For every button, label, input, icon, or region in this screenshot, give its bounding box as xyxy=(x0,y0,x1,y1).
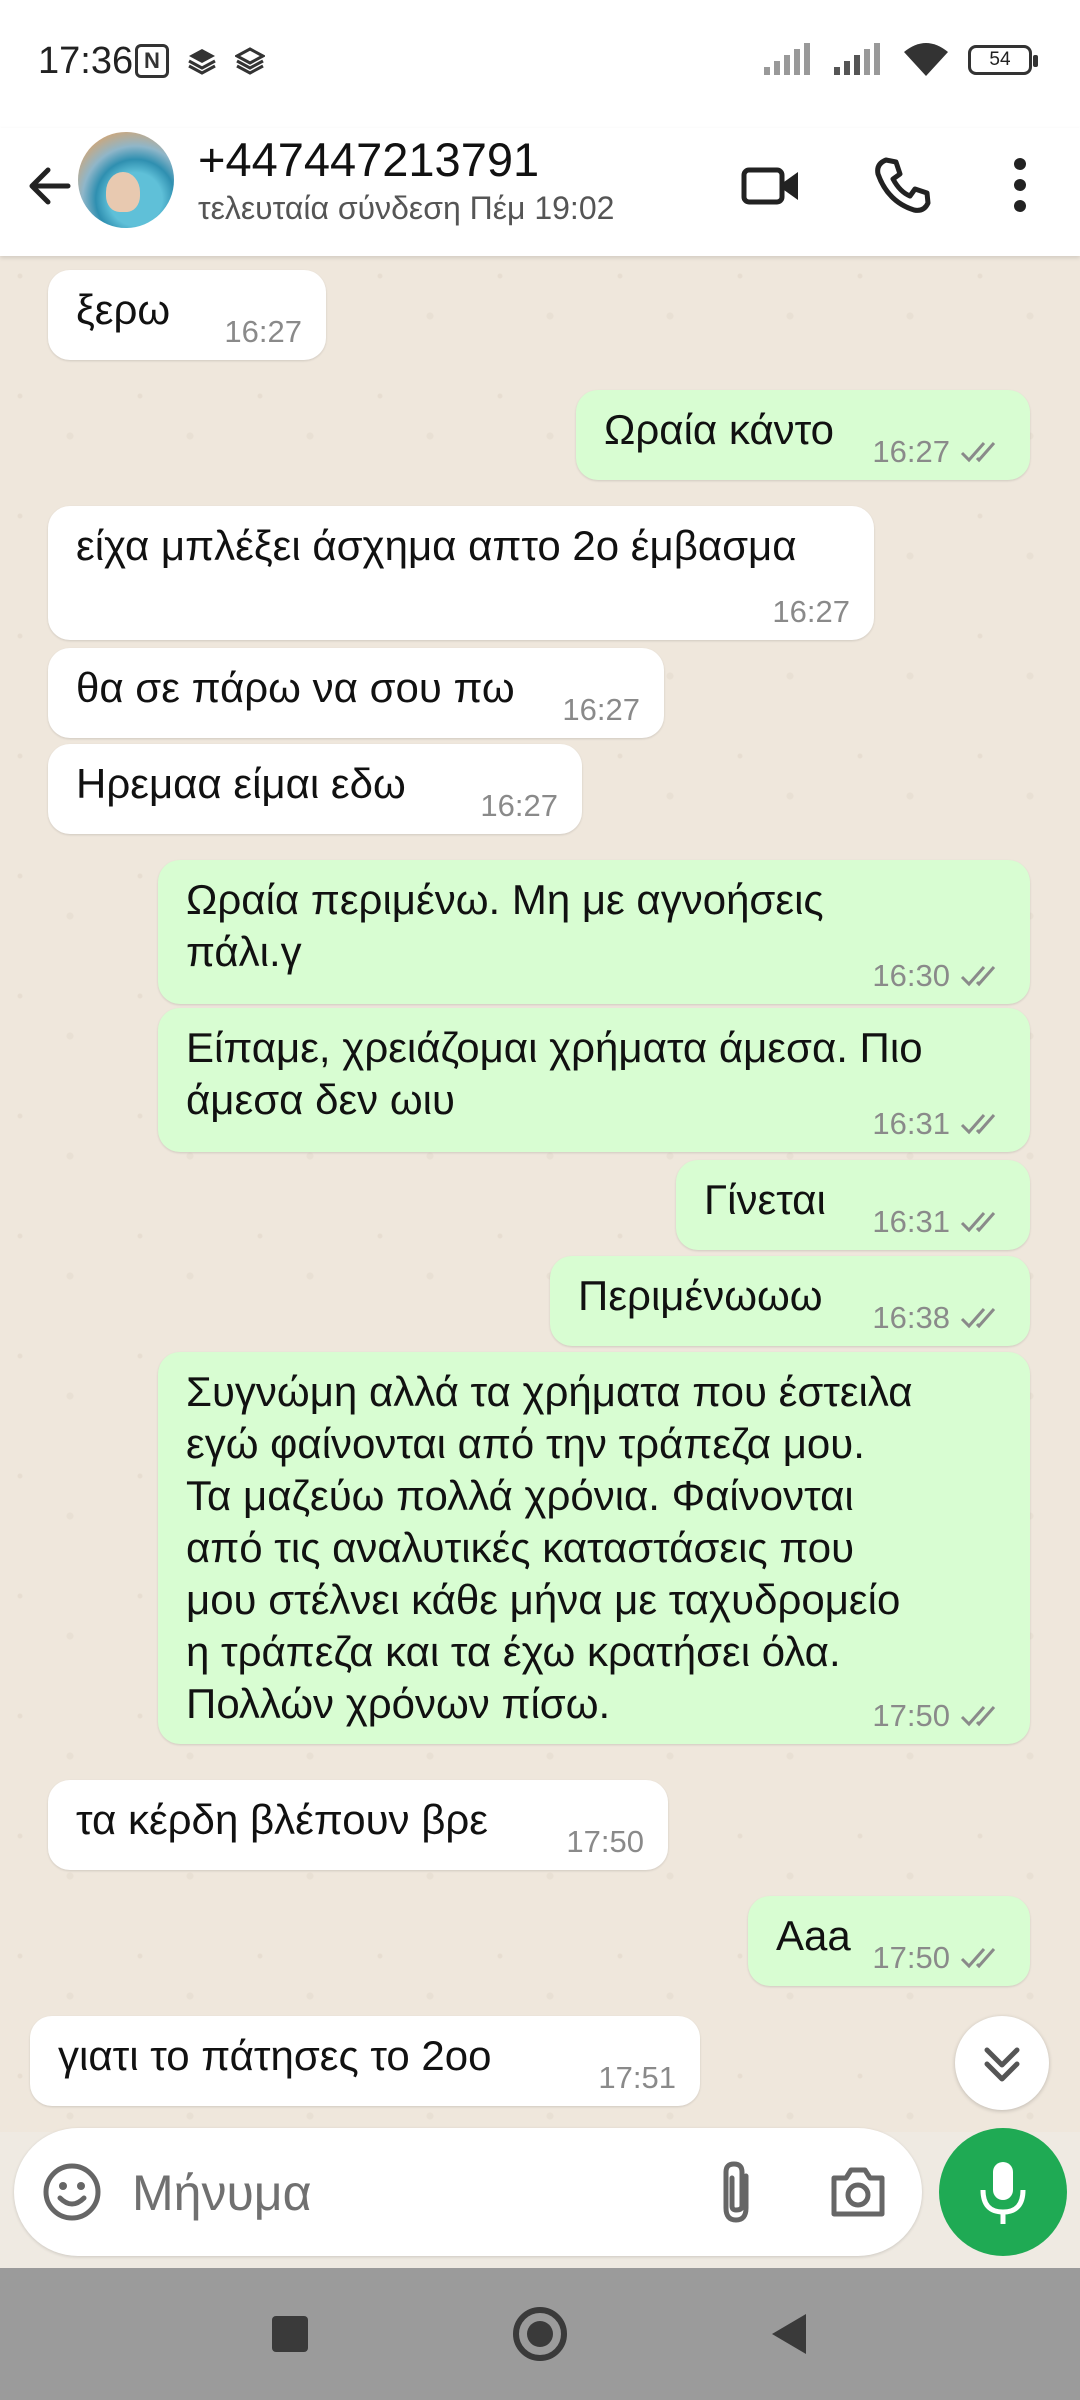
scroll-down-button[interactable] xyxy=(955,2016,1049,2110)
message-text: τα κέρδη βλέπουν βρε xyxy=(76,1796,489,1843)
message-bubble-outgoing[interactable]: Συγνώμη αλλά τα χρήματα που έστειλα εγώ … xyxy=(158,1352,1030,1744)
status-bar: 17:36 N 54 xyxy=(0,0,1080,128)
double-check-icon xyxy=(960,442,996,463)
message-text: Ωραία περιμένω. Μη με αγνοήσεις πάλι.γ xyxy=(186,876,824,975)
back-nav-icon[interactable] xyxy=(760,2304,820,2364)
phone-icon[interactable] xyxy=(868,150,938,220)
message-time: 16:27 xyxy=(872,434,950,469)
contact-name[interactable]: +447447213791 xyxy=(198,132,539,187)
message-time: 16:31 xyxy=(872,1106,950,1141)
system-navigation-bar xyxy=(0,2268,1080,2400)
message-time: 17:50 xyxy=(872,1940,950,1975)
message-text: θα σε πάρω να σου πω xyxy=(76,664,515,711)
message-bubble-outgoing[interactable]: Περιμένωωω 16:38 xyxy=(550,1256,1030,1346)
layers-icon xyxy=(235,47,265,75)
attach-icon[interactable] xyxy=(706,2158,766,2226)
last-seen-status: τελευταία σύνδεση Πέμ 19:02 xyxy=(198,190,615,226)
double-check-icon xyxy=(960,1706,996,1727)
layers-icon xyxy=(188,49,216,75)
double-check-icon xyxy=(960,966,996,987)
message-bubble-incoming[interactable]: γιατι το πάτησες το 2οο 17:51 xyxy=(30,2016,700,2106)
signal-icon xyxy=(764,43,810,75)
scroll-down-icon xyxy=(984,2047,1020,2082)
message-time: 16:31 xyxy=(872,1204,950,1239)
message-time: 17:51 xyxy=(598,2060,676,2095)
double-check-icon xyxy=(960,1114,996,1135)
message-text: γιατι το πάτησες το 2οο xyxy=(58,2032,492,2079)
message-time: 16:27 xyxy=(224,314,302,349)
message-text: Ηρεμαα είμαι εδω xyxy=(76,760,406,807)
nfc-icon: N xyxy=(135,44,169,78)
message-bubble-incoming[interactable]: είχα μπλέξει άσχημα απτο 2ο έμβασμα 16:2… xyxy=(48,506,874,640)
message-text: Γίνεται xyxy=(704,1176,826,1223)
double-check-icon xyxy=(960,1948,996,1969)
back-arrow-icon[interactable] xyxy=(20,156,80,216)
message-time: 17:50 xyxy=(872,1698,950,1733)
message-time: 17:50 xyxy=(566,1824,644,1859)
message-text: Είπαμε, χρειάζομαι χρήματα άμεσα. Πιο άμ… xyxy=(186,1024,923,1123)
status-notification-icons: N xyxy=(135,44,265,78)
message-time: 16:30 xyxy=(872,958,950,993)
video-call-icon[interactable] xyxy=(736,150,806,220)
message-text: ξερω xyxy=(76,286,171,333)
mic-icon xyxy=(980,2162,1026,2224)
double-check-icon xyxy=(960,1308,996,1329)
message-bubble-outgoing[interactable]: Ωραία κάντο 16:27 xyxy=(576,390,1030,480)
message-time: 16:27 xyxy=(480,788,558,823)
chat-messages[interactable]: ξερω 16:27 Ωραία κάντο 16:27 είχα μπλέξε… xyxy=(0,256,1080,2132)
recent-apps-icon[interactable] xyxy=(260,2304,320,2364)
message-bubble-incoming[interactable]: τα κέρδη βλέπουν βρε 17:50 xyxy=(48,1780,668,1870)
signal-icon xyxy=(834,43,880,75)
message-bubble-incoming[interactable]: Ηρεμαα είμαι εδω 16:27 xyxy=(48,744,582,834)
message-text: Συγνώμη αλλά τα χρήματα που έστειλα εγώ … xyxy=(186,1368,913,1727)
message-input-bar[interactable]: Μήνυμα xyxy=(14,2128,922,2256)
chat-header: +447447213791 τελευταία σύνδεση Πέμ 19:0… xyxy=(0,128,1080,256)
message-time: 16:38 xyxy=(872,1300,950,1335)
battery-icon: 54 xyxy=(968,45,1038,75)
double-check-icon xyxy=(960,1212,996,1233)
message-input[interactable]: Μήνυμα xyxy=(132,2164,312,2222)
home-icon[interactable] xyxy=(510,2304,570,2364)
message-bubble-incoming[interactable]: θα σε πάρω να σου πω 16:27 xyxy=(48,648,664,738)
avatar[interactable] xyxy=(78,132,174,228)
status-time: 17:36 xyxy=(38,40,134,82)
message-bubble-outgoing[interactable]: Είπαμε, χρειάζομαι χρήματα άμεσα. Πιο άμ… xyxy=(158,1008,1030,1152)
voice-message-button[interactable] xyxy=(939,2128,1067,2256)
emoji-icon[interactable] xyxy=(40,2160,104,2224)
message-bubble-outgoing[interactable]: Αaa 17:50 xyxy=(748,1896,1030,1986)
message-bubble-outgoing[interactable]: Ωραία περιμένω. Μη με αγνοήσεις πάλι.γ 1… xyxy=(158,860,1030,1004)
message-text: Ωραία κάντο xyxy=(604,406,834,453)
message-time: 16:27 xyxy=(772,594,850,629)
message-bubble-outgoing[interactable]: Γίνεται 16:31 xyxy=(676,1160,1030,1250)
message-text: είχα μπλέξει άσχημα απτο 2ο έμβασμα xyxy=(76,522,797,569)
message-text: Αaa xyxy=(776,1912,851,1959)
message-bubble-incoming[interactable]: ξερω 16:27 xyxy=(48,270,326,360)
more-icon[interactable] xyxy=(985,150,1055,220)
camera-icon[interactable] xyxy=(826,2160,890,2224)
wifi-icon xyxy=(904,43,948,76)
message-time: 16:27 xyxy=(562,692,640,727)
message-text: Περιμένωωω xyxy=(578,1272,823,1319)
